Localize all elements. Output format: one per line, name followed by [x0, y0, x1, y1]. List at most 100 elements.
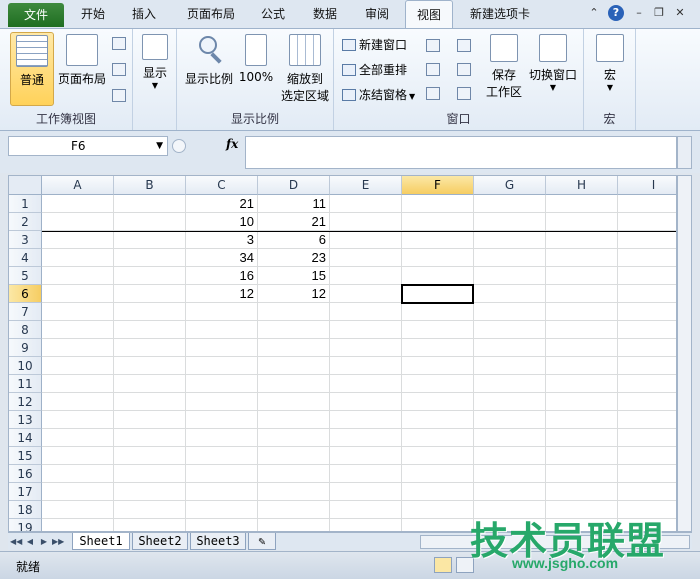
tab-data[interactable]: 数据	[302, 0, 348, 28]
row-header-3[interactable]: 3	[9, 231, 42, 249]
tab-new-tab[interactable]: 新建选项卡	[458, 0, 542, 28]
row-header-17[interactable]: 17	[9, 483, 42, 501]
column-header-g[interactable]: G	[474, 176, 546, 195]
row-header-6[interactable]: 6	[9, 285, 42, 303]
formula-bar-scroll[interactable]	[677, 136, 692, 169]
split-icon[interactable]	[426, 39, 440, 52]
cell-d3[interactable]: 6	[258, 231, 330, 249]
column-header-i[interactable]: I	[618, 176, 676, 195]
row-header-15[interactable]: 15	[9, 447, 42, 465]
hide-icon[interactable]	[426, 63, 440, 76]
column-header-h[interactable]: H	[546, 176, 618, 195]
help-icon[interactable]: ?	[608, 5, 624, 21]
next-sheet-icon[interactable]: ▶	[38, 535, 50, 548]
column-header-c[interactable]: C	[186, 176, 258, 195]
cell-d1[interactable]: 11	[258, 195, 330, 213]
prev-sheet-icon[interactable]: ◀	[24, 535, 36, 548]
restore-window-icon[interactable]: ❐	[651, 5, 667, 21]
row-header-4[interactable]: 4	[9, 249, 42, 267]
row-header-9[interactable]: 9	[9, 339, 42, 357]
name-box[interactable]: F6 ▼	[8, 136, 168, 156]
switch-windows-button[interactable]: 切换窗口 ▼	[526, 32, 580, 106]
formula-input[interactable]	[245, 136, 677, 169]
sheet-tab-3[interactable]: Sheet3	[190, 533, 246, 550]
grid-hline	[42, 248, 676, 249]
row-header-5[interactable]: 5	[9, 267, 42, 285]
sheet-tab-2[interactable]: Sheet2	[132, 533, 188, 550]
row-header-8[interactable]: 8	[9, 321, 42, 339]
reset-window-position-icon[interactable]	[457, 87, 471, 100]
minimize-window-icon[interactable]: –	[631, 5, 647, 21]
row-header-18[interactable]: 18	[9, 501, 42, 519]
row-header-2[interactable]: 2	[9, 213, 42, 231]
last-sheet-icon[interactable]: ▶▶	[52, 535, 64, 548]
full-screen-icon[interactable]	[112, 89, 126, 102]
page-layout-icon	[66, 34, 98, 66]
tab-formulas[interactable]: 公式	[250, 0, 296, 28]
cell-d5[interactable]: 15	[258, 267, 330, 285]
save-workspace-button[interactable]: 保存 工作区	[482, 32, 526, 106]
sheet-tab-1[interactable]: Sheet1	[72, 533, 130, 550]
synchronous-scrolling-icon[interactable]	[457, 63, 471, 76]
page-break-preview-icon[interactable]	[112, 37, 126, 50]
cell-c5[interactable]: 16	[186, 267, 258, 285]
switch-windows-icon	[539, 34, 567, 62]
column-header-b[interactable]: B	[114, 176, 186, 195]
tab-home[interactable]: 开始	[70, 0, 116, 28]
tab-review[interactable]: 审阅	[354, 0, 400, 28]
cell-c4[interactable]: 34	[186, 249, 258, 267]
insert-sheet-icon[interactable]: ✎	[248, 533, 276, 550]
cell-d4[interactable]: 23	[258, 249, 330, 267]
custom-views-icon[interactable]	[112, 63, 126, 76]
tab-file[interactable]: 文件	[8, 3, 64, 27]
zoom-to-selection-button[interactable]: 缩放到 选定区域	[277, 32, 333, 106]
grid-hline	[42, 482, 676, 483]
minimize-ribbon-icon[interactable]: ⌃	[586, 5, 602, 21]
normal-view-status-icon[interactable]	[434, 557, 452, 573]
spreadsheet-grid[interactable]: ABCDEFGHI 1 2 3 4 5 6 7 8 9 10 11 12 13 14 15 16 17 18 19 …	[8, 175, 677, 532]
row-header-10[interactable]: 10	[9, 357, 42, 375]
freeze-panes-button[interactable]: 冻结窗格 ▼	[342, 85, 415, 105]
row-header-13[interactable]: 13	[9, 411, 42, 429]
vertical-scrollbar[interactable]	[677, 175, 692, 532]
show-button[interactable]: 显示 ▼	[137, 32, 173, 106]
normal-view-button[interactable]: 普通	[10, 32, 54, 106]
chevron-down-icon[interactable]: ▼	[156, 137, 163, 155]
expand-handle-icon[interactable]	[172, 139, 186, 153]
row-header-19[interactable]: 19	[9, 519, 42, 531]
column-header-a[interactable]: A	[42, 176, 114, 195]
cell-c1[interactable]: 21	[186, 195, 258, 213]
cell-d6[interactable]: 12	[258, 285, 330, 303]
row-header-16[interactable]: 16	[9, 465, 42, 483]
cell-c6[interactable]: 12	[186, 285, 258, 303]
zoom-label: 显示比例	[184, 72, 233, 86]
zoom-100-button[interactable]: 100%	[237, 32, 275, 106]
active-cell[interactable]	[401, 284, 474, 304]
view-side-by-side-icon[interactable]	[457, 39, 471, 52]
tab-view[interactable]: 视图	[405, 0, 453, 29]
new-window-button[interactable]: 新建窗口	[342, 35, 407, 55]
row-header-7[interactable]: 7	[9, 303, 42, 321]
tab-insert[interactable]: 插入	[121, 0, 167, 28]
column-header-d[interactable]: D	[258, 176, 330, 195]
macros-button[interactable]: 宏 ▼	[590, 32, 630, 106]
column-header-e[interactable]: E	[330, 176, 402, 195]
unhide-icon[interactable]	[426, 87, 440, 100]
insert-function-icon[interactable]: fx	[226, 137, 238, 151]
zoom-button[interactable]: 显示比例	[181, 32, 237, 106]
arrange-all-button[interactable]: 全部重排	[342, 60, 407, 80]
grid-hline	[42, 284, 676, 285]
cell-c3[interactable]: 3	[186, 231, 258, 249]
first-sheet-icon[interactable]: ◀◀	[10, 535, 22, 548]
tab-page-layout[interactable]: 页面布局	[176, 0, 246, 28]
row-header-12[interactable]: 12	[9, 393, 42, 411]
row-header-14[interactable]: 14	[9, 429, 42, 447]
page-layout-view-button[interactable]: 页面布局	[56, 32, 108, 106]
row-header-11[interactable]: 11	[9, 375, 42, 393]
cell-c2[interactable]: 10	[186, 213, 258, 231]
row-header-1[interactable]: 1	[9, 195, 42, 213]
cell-d2[interactable]: 21	[258, 213, 330, 231]
close-window-icon[interactable]: ✕	[672, 5, 688, 21]
column-header-f[interactable]: F	[402, 176, 474, 195]
select-all-corner[interactable]	[9, 176, 42, 195]
